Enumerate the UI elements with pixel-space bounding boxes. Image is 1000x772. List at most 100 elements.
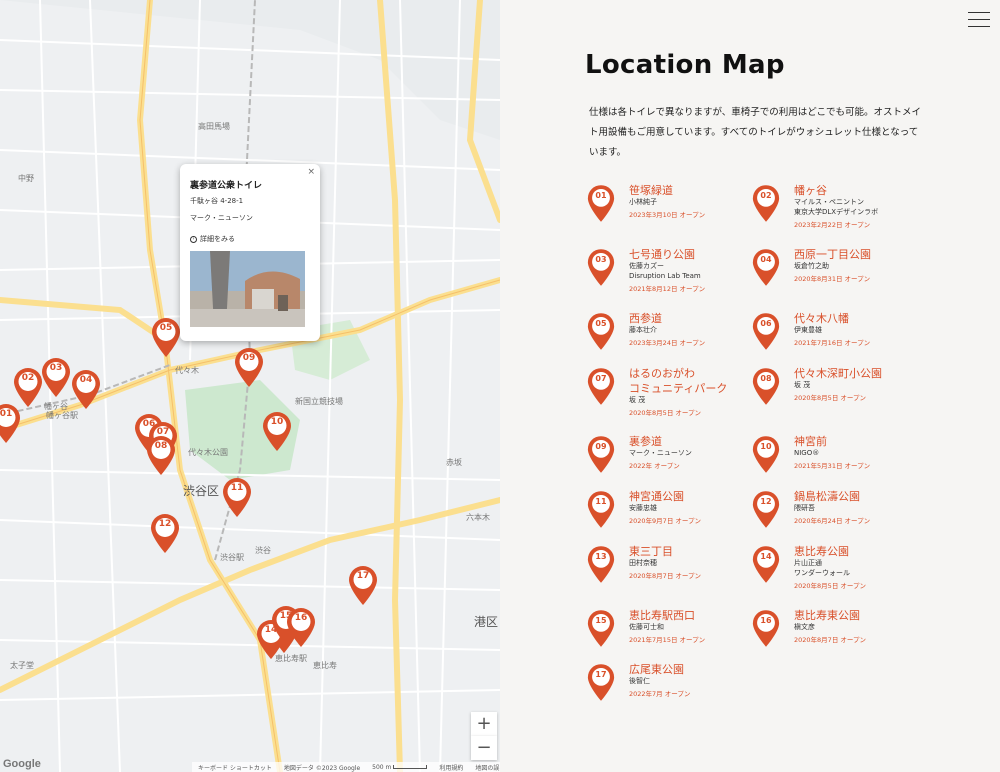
location-item-09[interactable]: 09 裏参道 マーク・ニューソン 2022年 オープン (586, 434, 746, 484)
map-pin-label: 09 (242, 353, 256, 363)
map-pin-04[interactable]: 04 (70, 368, 102, 410)
location-name: 神宮通公園 (629, 490, 684, 503)
location-number: 16 (760, 616, 772, 625)
location-pin-icon: 07 (586, 366, 616, 406)
map-pin-08[interactable]: 08 (145, 434, 177, 476)
location-name: 鍋島松濤公園 (794, 490, 860, 503)
location-item-15[interactable]: 15 恵比寿駅西口 佐藤可士和 2021年7月15日 オープン (586, 608, 746, 658)
map-pin-11[interactable]: 11 (221, 476, 253, 518)
location-number: 07 (595, 374, 607, 383)
location-name: 恵比寿公園 (794, 545, 849, 558)
location-name: 東三丁目 (629, 545, 673, 558)
location-designer: 佐藤カズー Disruption Lab Team (629, 262, 701, 280)
zoom-in-button[interactable]: + (471, 712, 497, 736)
map-label: 六本木 (466, 513, 490, 522)
location-item-08[interactable]: 08 代々木深町小公園坂 茂 2020年8月5日 オープン (751, 366, 911, 416)
location-pin-icon: 04 (751, 247, 781, 287)
location-popup[interactable]: × 裏参道公衆トイレ 千駄ヶ谷 4-28-1 マーク・ニューソン › 詳細をみる (180, 164, 320, 341)
toilet-photo (190, 251, 305, 327)
location-number: 02 (760, 191, 772, 200)
location-pin-icon: 14 (751, 544, 781, 584)
location-open-date: 2023年3月10日 オープン (629, 211, 706, 219)
location-pin-icon: 15 (586, 608, 616, 648)
location-item-14[interactable]: 14 恵比寿公園 片山正通 ワンダーウォール 2020年8月5日 オープン (751, 544, 911, 594)
zoom-out-button[interactable]: − (471, 736, 497, 760)
map-pin-label: 12 (158, 519, 172, 529)
location-item-10[interactable]: 10 神宮前 NIGO® 2021年5月31日 オープン (751, 434, 911, 484)
location-name: 代々木深町小公園 (794, 367, 882, 380)
location-item-04[interactable]: 04 西原一丁目公園 坂倉竹之助 2020年8月31日 オープン (751, 247, 911, 297)
location-number: 06 (760, 319, 772, 328)
map-pin-12[interactable]: 12 (149, 512, 181, 554)
location-designer: 田村奈穂 (629, 559, 657, 567)
location-name: 西原一丁目公園 (794, 248, 871, 261)
map-pin-label: 08 (154, 441, 168, 451)
map-pin-05[interactable]: 05 (150, 316, 182, 358)
keyboard-shortcuts-link[interactable]: キーボード ショートカット (198, 763, 272, 772)
report-error-link[interactable]: 地図の誤りを報告する (475, 763, 500, 772)
popup-details-link[interactable]: › 詳細をみる (190, 234, 310, 244)
location-designer: 藤本壮介 (629, 326, 657, 334)
location-open-date: 2020年6月24日 オープン (794, 517, 871, 525)
map-pin-01[interactable]: 01 (0, 402, 22, 444)
location-designer: 坂 茂 (794, 381, 811, 389)
location-item-17[interactable]: 17 広尾東公園 後智仁 2022年7月 オープン (586, 662, 746, 712)
map-label: 中野 (18, 174, 34, 183)
location-pin-icon: 05 (586, 311, 616, 351)
map-pin-label: 17 (356, 571, 370, 581)
map-pin-10[interactable]: 10 (261, 410, 293, 452)
location-number: 04 (760, 255, 772, 264)
terms-link[interactable]: 利用規約 (439, 763, 463, 772)
page-title: Location Map (585, 50, 785, 80)
location-number: 09 (595, 442, 607, 451)
location-designer: NIGO® (794, 449, 820, 457)
location-designer: 坂倉竹之助 (794, 262, 829, 270)
location-item-01[interactable]: 01 笹塚緑道 小林純子 2023年3月10日 オープン (586, 183, 746, 233)
map-pin-03[interactable]: 03 (40, 356, 72, 398)
map-pin-label: 11 (230, 483, 244, 493)
map-label: 幡ヶ谷駅 (46, 411, 78, 420)
location-open-date: 2020年9月7日 オープン (629, 517, 701, 525)
location-pin-icon: 03 (586, 247, 616, 287)
location-item-05[interactable]: 05 西参道 藤本壮介 2023年3月24日 オープン (586, 311, 746, 361)
location-pin-icon: 16 (751, 608, 781, 648)
location-item-11[interactable]: 11 神宮通公園 安藤忠雄 2020年9月7日 オープン (586, 489, 746, 539)
scale: 500 m (372, 764, 428, 771)
map-label: 代々木公園 (188, 448, 228, 457)
map-pin-label: 03 (49, 363, 63, 373)
location-name: 恵比寿駅西口 (629, 609, 695, 622)
location-panel: Location Map 仕様は各トイレで異なりますが、車椅子での利用はどこでも… (500, 0, 1000, 772)
location-designer: 槇文彦 (794, 623, 815, 631)
location-open-date: 2023年3月24日 オープン (629, 339, 706, 347)
map-pin-label: 04 (79, 375, 93, 385)
location-item-12[interactable]: 12 鍋島松濤公園 隈研吾 2020年6月24日 オープン (751, 489, 911, 539)
location-name: 代々木八幡 (794, 312, 849, 325)
location-pin-icon: 11 (586, 489, 616, 529)
location-pin-icon: 10 (751, 434, 781, 474)
popup-close-button[interactable]: × (307, 167, 315, 177)
location-item-06[interactable]: 06 代々木八幡 伊東豊雄 2021年7月16日 オープン (751, 311, 911, 361)
location-item-03[interactable]: 03 七号通り公園 佐藤カズー Disruption Lab Team 2021年8月… (586, 247, 746, 297)
location-number: 15 (595, 616, 607, 625)
location-name: はるのおがわ コミュニティパーク (629, 367, 728, 395)
popup-title: 裏参道公衆トイレ (190, 181, 263, 191)
map-label: 太子堂 (10, 661, 34, 670)
map-pin-09[interactable]: 09 (233, 346, 265, 388)
location-item-13[interactable]: 13 東三丁目 田村奈穂 2020年8月7日 オープン (586, 544, 746, 594)
map-label: 高田馬場 (198, 122, 230, 131)
location-item-07[interactable]: 07 はるのおがわ コミュニティパーク坂 茂 2020年8月5日 オープン (586, 366, 746, 417)
location-designer: 小林純子 (629, 198, 657, 206)
map-view[interactable]: 中野 高田馬場 幡ヶ谷 幡ヶ谷駅 代々木 代々木公園 新国立競技場 渋谷区 渋谷… (0, 0, 500, 772)
location-number: 13 (595, 552, 607, 561)
location-number: 03 (595, 255, 607, 264)
map-pin-16[interactable]: 16 (285, 606, 317, 648)
map-pin-17[interactable]: 17 (347, 564, 379, 606)
location-number: 01 (595, 191, 607, 200)
map-label: 港区 (474, 615, 499, 629)
location-open-date: 2021年7月16日 オープン (794, 339, 871, 347)
hamburger-menu-icon[interactable] (968, 12, 990, 30)
map-pin-label: 05 (159, 323, 173, 333)
location-open-date: 2021年8月12日 オープン (629, 285, 706, 293)
location-item-02[interactable]: 02 幡ヶ谷 マイルス・ペニントン 東京大学DLXデザインラボ 2023年2月22日 … (751, 183, 911, 233)
location-item-16[interactable]: 16 恵比寿東公園 槇文彦 2020年8月7日 オープン (751, 608, 911, 658)
